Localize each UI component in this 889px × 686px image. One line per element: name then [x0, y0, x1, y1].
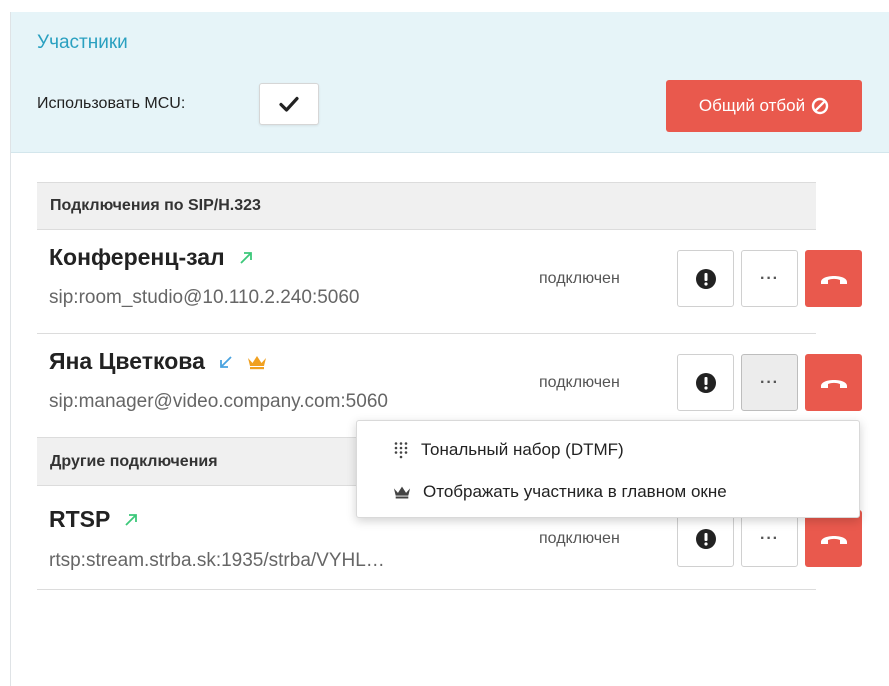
- crown-icon: [393, 486, 411, 499]
- phone-hangup-icon: [820, 535, 847, 544]
- incoming-arrow-icon: [219, 355, 232, 368]
- menu-item-label: Отображать участника в главном окне: [423, 482, 727, 501]
- participant-name: Яна Цветкова: [49, 348, 205, 374]
- mcu-label: Использовать MCU:: [37, 95, 186, 112]
- outgoing-arrow-icon: [240, 251, 252, 264]
- exclamation-icon: [695, 268, 716, 289]
- info-button[interactable]: [677, 354, 734, 411]
- panel-header: Участники Использовать MCU: Общий отбой: [11, 12, 889, 153]
- participant-status: подключен: [539, 374, 620, 391]
- exclamation-icon: [695, 528, 716, 549]
- exclamation-icon: [695, 372, 716, 393]
- panel-title: Участники: [37, 32, 128, 53]
- participant-name: RTSP: [49, 506, 111, 532]
- hangup-all-button[interactable]: Общий отбой: [666, 80, 862, 132]
- more-button[interactable]: ···: [741, 510, 798, 567]
- phone-hangup-icon: [820, 379, 847, 388]
- info-button[interactable]: [677, 510, 734, 567]
- menu-item-dtmf[interactable]: Тональный набор (DTMF): [357, 431, 859, 469]
- more-dropdown-menu: Тональный набор (DTMF) Отображать участн…: [356, 420, 860, 518]
- participant-status: подключен: [539, 530, 620, 547]
- mcu-checkbox[interactable]: [259, 83, 319, 125]
- section-sip-header: Подключения по SIP/H.323: [37, 182, 816, 230]
- hangup-all-label: Общий отбой: [698, 96, 806, 115]
- menu-item-main-window[interactable]: Отображать участника в главном окне: [357, 473, 859, 511]
- participant-status: подключен: [539, 270, 620, 287]
- crown-icon: [247, 355, 266, 369]
- participants-panel: Участники Использовать MCU: Общий отбой …: [10, 12, 889, 686]
- info-button[interactable]: [677, 250, 734, 307]
- participant-name: Конференц-зал: [49, 244, 225, 270]
- participant-address: sip:manager@video.company.com:5060: [49, 391, 388, 412]
- participant-address: rtsp:stream.strba.sk:1935/strba/VYHL…: [49, 550, 385, 571]
- more-button[interactable]: ···: [741, 250, 798, 307]
- participant-row: Конференц-зал sip:room_studio@10.110.2.2…: [37, 230, 862, 334]
- phone-hangup-icon: [820, 275, 847, 284]
- outgoing-arrow-icon: [125, 513, 138, 526]
- hangup-button[interactable]: [805, 510, 862, 567]
- hangup-button[interactable]: [805, 354, 862, 411]
- menu-item-label: Тональный набор (DTMF): [421, 440, 624, 459]
- more-button[interactable]: ···: [741, 354, 798, 411]
- dialpad-icon: [394, 442, 408, 459]
- hangup-button[interactable]: [805, 250, 862, 307]
- checkmark-icon: [279, 96, 299, 112]
- prohibited-icon: [811, 97, 829, 115]
- participant-address: sip:room_studio@10.110.2.240:5060: [49, 287, 360, 308]
